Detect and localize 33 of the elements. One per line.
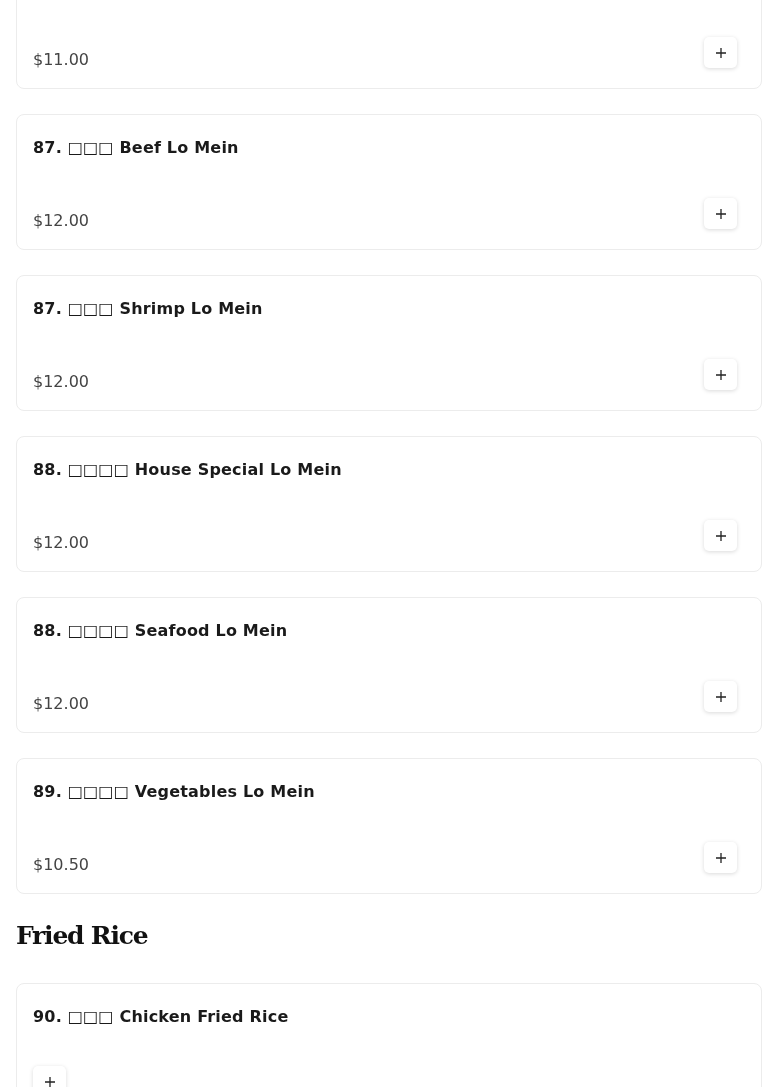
add-button[interactable] [704,359,737,390]
add-button[interactable] [704,198,737,229]
item-price: $12.00 [33,211,89,230]
plus-icon [715,530,726,541]
item-name: 87. □□□ Beef Lo Mein [33,137,239,157]
section-heading: Fried Rice [16,920,149,952]
item-price: $12.00 [33,372,89,391]
plus-icon [715,47,726,58]
item-name: 87. □□□ Shrimp Lo Mein [33,298,263,318]
plus-icon [715,852,726,863]
item-price: $11.00 [33,50,89,69]
item-price: $12.00 [33,694,89,713]
item-name: 90. □□□ Chicken Fried Rice [33,1006,289,1026]
plus-icon [44,1076,55,1087]
menu-item-card[interactable]: 88. □□□□ Seafood Lo Mein $12.00 [16,597,762,733]
menu-item-card[interactable]: 90. □□□ Chicken Fried Rice [16,983,762,1087]
add-button[interactable] [704,520,737,551]
menu-item-card[interactable]: 87. □□□ Shrimp Lo Mein $12.00 [16,275,762,411]
menu-item-card[interactable]: 87. □□□ Beef Lo Mein $12.00 [16,114,762,250]
plus-icon [715,208,726,219]
menu-item-card[interactable]: 88. □□□□ House Special Lo Mein $12.00 [16,436,762,572]
item-name: 88. □□□□ House Special Lo Mein [33,459,342,479]
plus-icon [715,369,726,380]
add-button[interactable] [704,681,737,712]
menu-item-card[interactable]: 89. □□□□ Vegetables Lo Mein $10.50 [16,758,762,894]
add-button[interactable] [704,842,737,873]
item-price: $10.50 [33,855,89,874]
item-name: 89. □□□□ Vegetables Lo Mein [33,781,315,801]
add-button[interactable] [704,37,737,68]
item-name: 88. □□□□ Seafood Lo Mein [33,620,288,640]
menu-item-card[interactable]: $11.00 [16,0,762,89]
plus-icon [715,691,726,702]
item-price: $12.00 [33,533,89,552]
